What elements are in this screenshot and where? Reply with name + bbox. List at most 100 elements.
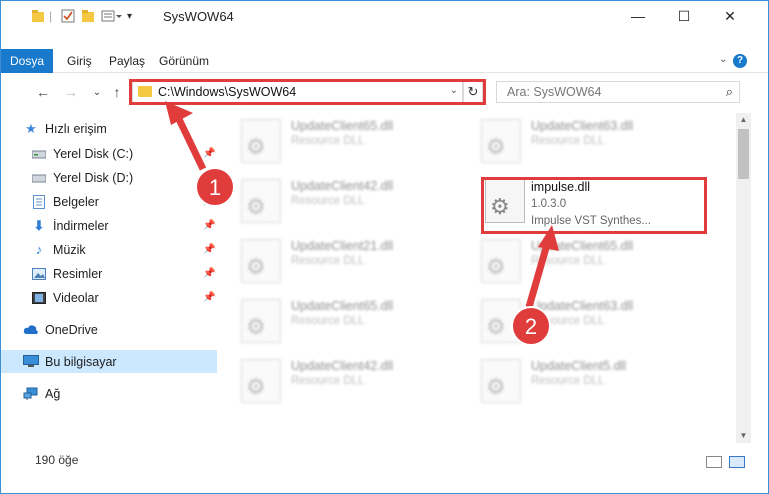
file-type: Resource DLL: [291, 135, 365, 147]
toolbar-dropdown-icon[interactable]: ▾: [127, 11, 132, 22]
file-name: UpdateClient63.dll: [531, 299, 634, 313]
search-input[interactable]: Ara: SysWOW64 ⌕: [496, 81, 740, 103]
tab-share[interactable]: Paylaş: [109, 49, 145, 73]
minimize-button[interactable]: —: [615, 1, 661, 31]
network-icon: [23, 386, 39, 402]
cloud-icon: [23, 322, 39, 338]
folder-icon[interactable]: [31, 9, 45, 23]
file-item[interactable]: ⚙ UpdateClient65.dll Resource DLL: [223, 293, 453, 343]
file-item[interactable]: ⚙ UpdateClient21.dll Resource DLL: [223, 233, 453, 283]
dll-file-icon: ⚙: [481, 239, 521, 283]
file-item[interactable]: ⚙ UpdateClient65.dll Resource DLL: [463, 233, 693, 283]
ribbon-expand-icon[interactable]: ⌄: [719, 54, 727, 65]
file-item[interactable]: ⚙ UpdateClient42.dll Resource DLL: [223, 173, 453, 223]
sidebar-item-pictures[interactable]: Resimler 📌: [1, 262, 217, 285]
sidebar-item-documents[interactable]: Belgeler 📌: [1, 190, 217, 213]
sidebar-item-label: Ağ: [45, 386, 61, 401]
search-placeholder: Ara: SysWOW64: [507, 85, 602, 99]
back-button[interactable]: ←: [33, 83, 53, 101]
file-item[interactable]: ⚙ UpdateClient65.dll Resource DLL: [223, 113, 453, 163]
new-folder-icon[interactable]: [81, 9, 95, 23]
file-list: ⚙ UpdateClient65.dll Resource DLL ⚙ Upda…: [223, 113, 733, 443]
file-item[interactable]: ⚙ UpdateClient5.dll Resource DLL: [463, 353, 693, 403]
pictures-icon: [31, 266, 47, 282]
sidebar-item-music[interactable]: ♪ Müzik 📌: [1, 238, 217, 261]
quick-access-toolbar: | ▾: [31, 8, 132, 24]
sidebar-item-quick-access[interactable]: ★ Hızlı erişim: [1, 117, 217, 140]
sidebar-item-downloads[interactable]: ⬇ İndirmeler 📌: [1, 214, 217, 237]
tab-home[interactable]: Giriş: [67, 49, 92, 73]
pin-icon: 📌: [203, 268, 216, 279]
dll-file-icon: ⚙: [481, 119, 521, 163]
dll-file-icon: ⚙: [241, 179, 281, 223]
file-item[interactable]: ⚙ UpdateClient42.dll Resource DLL: [223, 353, 453, 403]
file-name: UpdateClient65.dll: [291, 299, 394, 313]
file-type: Resource DLL: [291, 255, 365, 267]
ribbon-tabs: Dosya Giriş Paylaş Görünüm ⌄ ?: [1, 49, 768, 73]
dll-file-icon: ⚙: [481, 299, 521, 343]
tab-view[interactable]: Görünüm: [159, 49, 209, 73]
file-type: Resource DLL: [531, 375, 605, 387]
title-bar: | ▾ SysWOW64 — ☐ ✕: [1, 1, 768, 31]
file-type: Resource DLL: [531, 135, 605, 147]
file-type: Resource DLL: [531, 315, 605, 327]
pin-icon: 📌: [203, 244, 216, 255]
sidebar-item-label: Videolar: [53, 290, 99, 305]
dll-file-icon: ⚙: [241, 299, 281, 343]
file-name: UpdateClient65.dll: [291, 119, 394, 133]
maximize-button[interactable]: ☐: [661, 1, 707, 31]
star-icon: ★: [25, 120, 37, 136]
item-count: 190 öğe: [35, 453, 79, 467]
sidebar-item-label: OneDrive: [45, 322, 98, 337]
dll-file-icon: ⚙: [481, 359, 521, 403]
drive-icon: [31, 170, 47, 186]
scroll-down-icon[interactable]: ▼: [738, 431, 749, 443]
search-icon[interactable]: ⌕: [726, 84, 733, 100]
forward-button[interactable]: →: [61, 83, 81, 101]
window-title: SysWOW64: [163, 9, 234, 24]
recent-locations-button[interactable]: ⌄: [87, 83, 107, 101]
up-button[interactable]: ↑: [107, 83, 127, 101]
help-button[interactable]: ?: [733, 54, 747, 68]
sidebar-item-disk-d[interactable]: Yerel Disk (D:): [1, 166, 217, 189]
documents-icon: [31, 194, 47, 210]
file-type: Resource DLL: [291, 375, 365, 387]
navigation-pane: ★ Hızlı erişim Yerel Disk (C:) 📌 Yerel D…: [1, 113, 217, 443]
vertical-scrollbar[interactable]: ▲ ▼: [736, 113, 751, 443]
pin-icon: 📌: [203, 196, 216, 207]
file-name: UpdateClient65.dll: [531, 239, 634, 253]
tab-file[interactable]: Dosya: [1, 49, 53, 73]
download-icon: ⬇: [33, 217, 45, 233]
sidebar-item-label: Belgeler: [53, 194, 99, 209]
file-name: UpdateClient63.dll: [531, 119, 634, 133]
file-item[interactable]: ⚙ UpdateClient63.dll Resource DLL: [463, 113, 693, 163]
sidebar-item-this-pc[interactable]: Bu bilgisayar: [1, 350, 217, 373]
sidebar-item-onedrive[interactable]: OneDrive: [1, 318, 217, 341]
dll-file-icon: ⚙: [241, 119, 281, 163]
properties-icon[interactable]: [61, 9, 75, 23]
large-icons-view-icon[interactable]: [729, 456, 745, 468]
sidebar-item-network[interactable]: Ağ: [1, 382, 217, 405]
sidebar-item-label: Müzik: [53, 242, 86, 257]
file-type: Resource DLL: [291, 315, 365, 327]
impulse-file-highlight: [481, 177, 707, 234]
file-name: UpdateClient21.dll: [291, 239, 394, 253]
close-button[interactable]: ✕: [707, 1, 753, 31]
music-icon: ♪: [35, 242, 43, 257]
file-item[interactable]: ⚙ UpdateClient63.dll Resource DLL: [463, 293, 693, 343]
customize-toolbar-icon[interactable]: [101, 9, 123, 23]
scroll-up-icon[interactable]: ▲: [738, 115, 749, 127]
sidebar-item-label: Bu bilgisayar: [45, 354, 117, 369]
sidebar-item-label: Yerel Disk (D:): [53, 170, 134, 185]
video-icon: [31, 290, 47, 306]
details-view-icon[interactable]: [706, 456, 722, 468]
file-type: Resource DLL: [531, 255, 605, 267]
sidebar-item-label: İndirmeler: [53, 218, 109, 233]
sidebar-item-videos[interactable]: Videolar 📌: [1, 286, 217, 309]
sidebar-item-disk-c[interactable]: Yerel Disk (C:) 📌: [1, 142, 217, 165]
sidebar-item-label: Resimler: [53, 266, 103, 281]
pin-icon: 📌: [203, 292, 216, 303]
drive-icon: [31, 146, 47, 162]
address-bar-highlight: [129, 79, 486, 105]
scroll-thumb[interactable]: [738, 129, 749, 179]
